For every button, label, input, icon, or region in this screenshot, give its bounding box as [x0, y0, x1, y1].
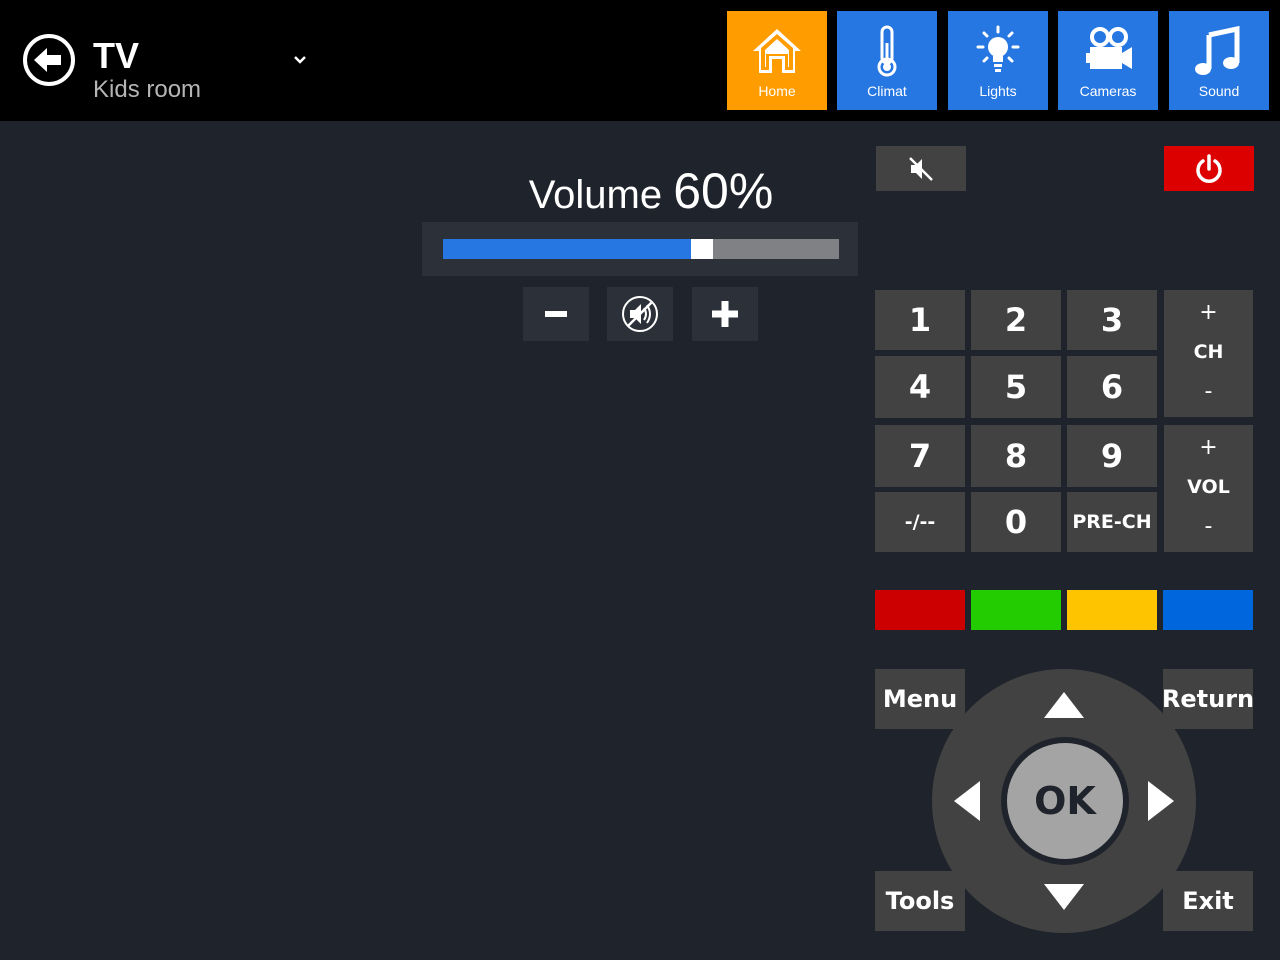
volume-slider-handle[interactable]	[691, 239, 713, 259]
key-0[interactable]: 0	[971, 492, 1061, 552]
mute-toggle-button[interactable]	[607, 287, 673, 341]
volume-heading: Volume 60%	[422, 164, 880, 219]
volume-up-button[interactable]	[692, 287, 758, 341]
volume-slider-fill	[443, 239, 691, 259]
nav-climat[interactable]: Climat	[837, 11, 937, 110]
tools-button[interactable]: Tools	[875, 871, 965, 931]
nav-climat-label: Climat	[867, 83, 907, 99]
exit-button[interactable]: Exit	[1163, 871, 1253, 931]
home-icon	[753, 29, 801, 73]
channel-label: CH	[1193, 341, 1224, 363]
return-button[interactable]: Return	[1162, 669, 1254, 729]
key-6[interactable]: 6	[1067, 356, 1157, 418]
page-title: TV	[93, 35, 140, 76]
channel-up-button[interactable]: +	[1199, 302, 1217, 324]
key-3[interactable]: 3	[1067, 290, 1157, 350]
volume-slider-panel	[422, 222, 858, 276]
top-bar: TV Kids room Home Climat Lights Cameras …	[0, 0, 1280, 121]
nav-sound-label: Sound	[1198, 83, 1240, 99]
key-pre-ch[interactable]: PRE-CH	[1067, 492, 1157, 552]
camera-icon	[1086, 27, 1132, 69]
key-4[interactable]: 4	[875, 356, 965, 418]
volume-label: Volume	[528, 173, 663, 217]
ok-button[interactable]: OK	[1007, 743, 1123, 859]
arrow-down-icon[interactable]	[1040, 878, 1088, 914]
nav-cameras-label: Cameras	[1079, 83, 1137, 99]
nav-home[interactable]: Home	[727, 11, 827, 110]
key-8[interactable]: 8	[971, 425, 1061, 487]
room-name: Kids room	[93, 76, 202, 103]
nav-lights[interactable]: Lights	[948, 11, 1048, 110]
key-1[interactable]: 1	[875, 290, 965, 350]
music-note-icon	[1195, 25, 1240, 75]
key-digit-toggle[interactable]: -/--	[875, 492, 965, 552]
volume-down-button[interactable]	[523, 287, 589, 341]
key-2[interactable]: 2	[971, 290, 1061, 350]
power-icon	[1196, 153, 1222, 183]
remote-mute-button[interactable]	[876, 146, 966, 191]
plus-icon	[712, 301, 738, 327]
back-arrow-icon	[23, 34, 75, 86]
room-dropdown-toggle[interactable]	[288, 48, 312, 72]
arrow-left-icon[interactable]	[948, 777, 984, 825]
key-9[interactable]: 9	[1067, 425, 1157, 487]
arrow-up-icon[interactable]	[1040, 688, 1088, 724]
back-button[interactable]	[22, 33, 76, 87]
arrow-right-icon[interactable]	[1144, 777, 1180, 825]
volume-rocker[interactable]: + VOL -	[1164, 425, 1253, 552]
chevron-down-icon	[294, 56, 306, 64]
blue-key-button[interactable]	[1163, 590, 1253, 630]
green-key-button[interactable]	[971, 590, 1061, 630]
nav-home-label: Home	[758, 83, 796, 99]
power-button[interactable]	[1164, 146, 1254, 191]
volume-slider[interactable]	[443, 239, 839, 259]
channel-rocker[interactable]: + CH -	[1164, 290, 1253, 417]
nav-cameras[interactable]: Cameras	[1058, 11, 1158, 110]
channel-down-button[interactable]: -	[1205, 381, 1213, 403]
key-7[interactable]: 7	[875, 425, 965, 487]
volume-value: 60%	[673, 163, 774, 219]
rocker-volume-down-button[interactable]: -	[1205, 516, 1213, 538]
lightbulb-icon	[976, 25, 1020, 72]
minus-icon	[545, 311, 567, 317]
menu-button[interactable]: Menu	[875, 669, 965, 729]
red-key-button[interactable]	[875, 590, 965, 630]
yellow-key-button[interactable]	[1067, 590, 1157, 630]
nav-lights-label: Lights	[979, 83, 1017, 99]
nav-sound[interactable]: Sound	[1169, 11, 1269, 110]
key-5[interactable]: 5	[971, 356, 1061, 418]
rocker-volume-up-button[interactable]: +	[1199, 437, 1217, 459]
thermometer-icon	[877, 25, 897, 77]
speaker-muted-icon	[622, 296, 658, 332]
speaker-mute-icon	[909, 156, 933, 181]
rocker-volume-label: VOL	[1187, 476, 1230, 498]
